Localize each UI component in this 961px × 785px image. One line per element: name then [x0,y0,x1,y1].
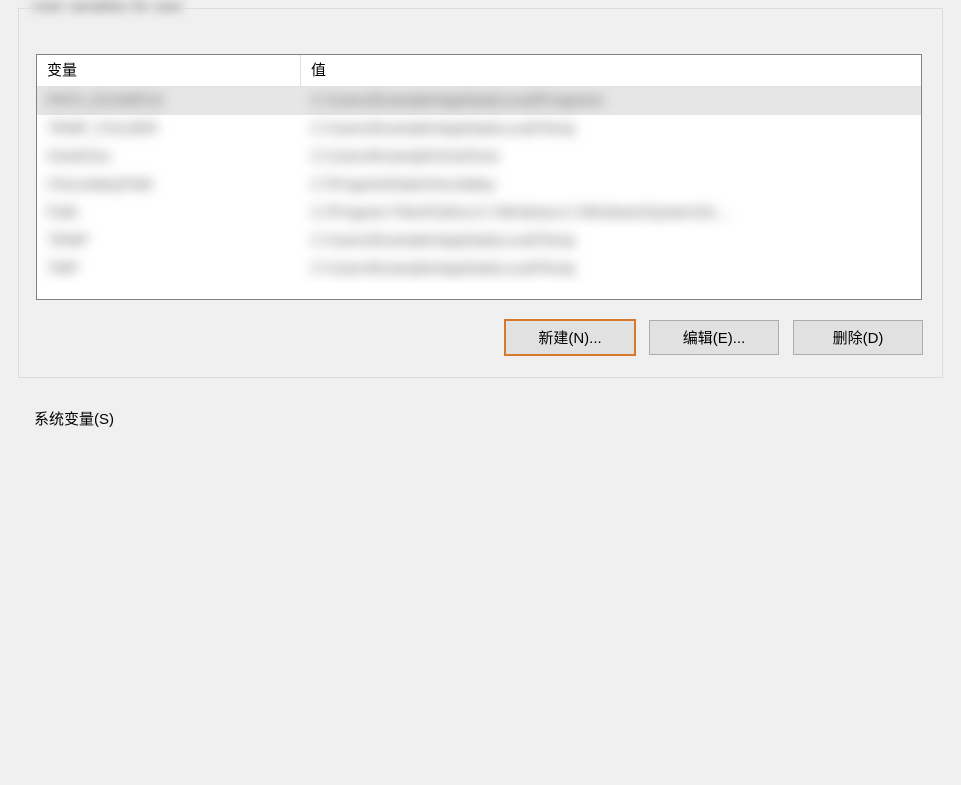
user-group-title: User variables for user [28,0,187,15]
cell-value: C:\Users\Example\AppData\Local\Programs [301,87,921,115]
cell-value: C:\Users\Example\AppData\Local\Temp [301,255,921,283]
cell-value: C:\ProgramData\chocolatey [301,171,921,199]
table-row[interactable]: TEMPC:\Users\Example\AppData\Local\Temp [37,227,921,255]
cell-value: C:\Users\Example\AppData\Local\Temp [301,227,921,255]
cell-variable: Path [37,199,301,227]
cell-value: C:\Program Files\Python;C:\Windows;C:\Wi… [301,199,921,227]
cell-value: C:\Users\Example\OneDrive [301,143,921,171]
user-variables-list[interactable]: 变量 值 PATH_EXAMPLEC:\Users\Example\AppDat… [36,54,922,300]
table-row[interactable]: PathC:\Program Files\Python;C:\Windows;C… [37,199,921,227]
table-row[interactable]: PATH_EXAMPLEC:\Users\Example\AppData\Loc… [37,87,921,115]
user-delete-button[interactable]: 删除(D) [793,320,923,355]
header-value[interactable]: 值 [301,55,921,86]
cell-variable: TEMP_FOLDER [37,115,301,143]
table-row[interactable]: OneDriveC:\Users\Example\OneDrive [37,143,921,171]
user-edit-button[interactable]: 编辑(E)... [649,320,779,355]
cell-variable: ChocolateyPath [37,171,301,199]
system-variables-label: 系统变量(S) [34,408,114,429]
user-list-header: 变量 值 [37,55,921,87]
cell-value: C:\Users\Example\AppData\Local\Temp [301,115,921,143]
cell-variable: TMP [37,255,301,283]
header-variable[interactable]: 变量 [37,55,301,86]
user-list-body[interactable]: PATH_EXAMPLEC:\Users\Example\AppData\Loc… [37,87,921,283]
table-row[interactable]: TEMP_FOLDERC:\Users\Example\AppData\Loca… [37,115,921,143]
user-variables-group: User variables for user 变量 值 PATH_EXAMPL… [18,8,943,378]
user-new-button[interactable]: 新建(N)... [504,319,636,356]
cell-variable: OneDrive [37,143,301,171]
cell-variable: PATH_EXAMPLE [37,87,301,115]
user-button-row: 新建(N)... 编辑(E)... 删除(D) [505,320,923,355]
table-row[interactable]: TMPC:\Users\Example\AppData\Local\Temp [37,255,921,283]
cell-variable: TEMP [37,227,301,255]
table-row[interactable]: ChocolateyPathC:\ProgramData\chocolatey [37,171,921,199]
